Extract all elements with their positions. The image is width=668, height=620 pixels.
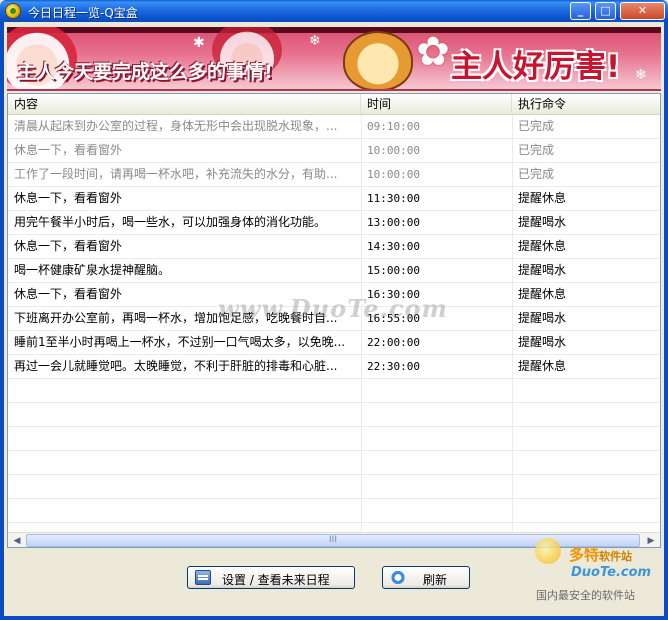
table-row[interactable]: 睡前1至半小时再喝上一杯水，不过别一口气喝太多，以免晚... 22:00:00 提醒… xyxy=(8,331,660,355)
empty-table-row xyxy=(8,379,660,403)
row-command-cell: 提醒喝水 xyxy=(518,215,567,229)
scroll-left-arrow-icon[interactable]: ◀ xyxy=(10,534,24,547)
table-row[interactable]: 工作了一段时间，请再喝一杯水吧，补充流失的水分，有助... 10:00:00 已完成 xyxy=(8,163,660,187)
row-command-cell: 提醒喝水 xyxy=(518,263,567,277)
row-command-cell: 提醒休息 xyxy=(518,359,567,373)
table-row[interactable]: 休息一下，看看窗外 14:30:00 提醒休息 xyxy=(8,235,660,259)
row-content-cell: 清晨从起床到办公室的过程，身体无形中会出现脱水现象，... xyxy=(14,119,338,133)
empty-table-row xyxy=(8,427,660,451)
watermark-brand-slogan: 国内最安全的软件站 xyxy=(536,589,635,602)
banner-top-stripe xyxy=(7,27,661,33)
table-row[interactable]: 休息一下，看看窗外 11:30:00 提醒休息 xyxy=(8,187,660,211)
table-row[interactable]: 用完午餐半小时后，喝一些水，可以加强身体的消化功能。 13:00:00 提醒喝水 xyxy=(8,211,660,235)
row-command-cell: 提醒喝水 xyxy=(518,311,567,325)
window-title: 今日日程一览-Q宝盒 xyxy=(28,6,138,20)
row-content-cell: 休息一下，看看窗外 xyxy=(14,143,123,157)
monkey-mascot-illustration xyxy=(343,31,413,89)
row-time-cell: 10:00:00 xyxy=(367,144,420,157)
maximize-button[interactable]: □ xyxy=(595,2,616,20)
horizontal-scrollbar[interactable]: ◀ III ▶ xyxy=(8,532,660,547)
refresh-button-label: 刷新 xyxy=(423,573,448,587)
empty-table-row xyxy=(8,451,660,475)
row-content-cell: 休息一下，看看窗外 xyxy=(14,239,123,253)
banner-slogan-right: 主人好厉害! xyxy=(451,49,621,85)
row-time-cell: 22:00:00 xyxy=(367,336,420,349)
settings-future-schedule-button[interactable]: 设置 / 查看未来日程 xyxy=(187,566,355,589)
row-time-cell: 13:00:00 xyxy=(367,216,420,229)
watermark-center: www.DuoTe.com xyxy=(218,294,448,323)
row-content-cell: 用完午餐半小时后，喝一些水，可以加强身体的消化功能。 xyxy=(14,215,327,229)
window-frame-bottom xyxy=(0,616,668,620)
row-time-cell: 14:30:00 xyxy=(367,240,420,253)
snowflake-icon: ✱ xyxy=(193,35,205,51)
settings-button-label: 设置 / 查看未来日程 xyxy=(222,573,330,587)
row-command-cell: 提醒休息 xyxy=(518,287,567,301)
minimize-button[interactable]: _ xyxy=(570,2,591,20)
row-command-cell: 提醒休息 xyxy=(518,239,567,253)
column-header-content[interactable]: 内容 xyxy=(8,94,361,114)
window-frame-left xyxy=(0,22,4,620)
flower-icon: ✿ xyxy=(416,29,450,75)
row-command-cell: 提醒休息 xyxy=(518,191,567,205)
banner-slogan-left: 主人今天要完成这么多的事情! xyxy=(17,61,273,83)
table-row[interactable]: 清晨从起床到办公室的过程，身体无形中会出现脱水现象，... 09:10:00 已完成 xyxy=(8,115,660,139)
duote-logo-icon xyxy=(535,538,561,564)
app-icon[interactable] xyxy=(5,3,21,19)
table-header: 内容 时间 执行命令 xyxy=(8,94,660,115)
settings-list-icon xyxy=(195,570,211,585)
row-content-cell: 再过一会儿就睡觉吧。太晚睡觉，不利于肝脏的排毒和心脏... xyxy=(14,359,338,373)
row-time-cell: 15:00:00 xyxy=(367,264,420,277)
row-content-cell: 喝一杯健康矿泉水提神醒脑。 xyxy=(14,263,171,277)
row-content-cell: 休息一下，看看窗外 xyxy=(14,191,123,205)
watermark-brand-suffix: 软件站 xyxy=(599,550,633,563)
row-content-cell: 工作了一段时间，请再喝一杯水吧，补充流失的水分，有助... xyxy=(14,167,338,181)
table-row[interactable]: 喝一杯健康矿泉水提神醒脑。 15:00:00 提醒喝水 xyxy=(8,259,660,283)
table-row[interactable]: 再过一会儿就睡觉吧。太晚睡觉，不利于肝脏的排毒和心脏... 22:30:00 提醒休… xyxy=(8,355,660,379)
column-header-time[interactable]: 时间 xyxy=(361,94,512,114)
snowflake-icon: ❄ xyxy=(635,67,647,83)
watermark-brand-url: DuoTe.com xyxy=(571,565,652,580)
watermark-brand-cn: 多特软件站 xyxy=(569,544,632,565)
column-header-command[interactable]: 执行命令 xyxy=(512,94,660,114)
row-time-cell: 11:30:00 xyxy=(367,192,420,205)
scroll-right-arrow-icon[interactable]: ▶ xyxy=(644,534,658,547)
empty-table-row xyxy=(8,475,660,499)
row-command-cell: 已完成 xyxy=(518,143,555,157)
refresh-button[interactable]: 刷新 xyxy=(382,566,470,589)
window-frame-right xyxy=(664,22,668,620)
close-button[interactable]: ✕ xyxy=(620,2,665,20)
watermark-brand-name: 多特 xyxy=(569,546,600,564)
refresh-icon xyxy=(390,570,406,585)
title-bar[interactable]: 今日日程一览-Q宝盒 _ □ ✕ xyxy=(0,0,668,22)
row-time-cell: 09:10:00 xyxy=(367,120,420,133)
table-row[interactable]: 休息一下，看看窗外 10:00:00 已完成 xyxy=(8,139,660,163)
row-time-cell: 22:30:00 xyxy=(367,360,420,373)
empty-table-row xyxy=(8,403,660,427)
row-command-cell: 已完成 xyxy=(518,119,555,133)
row-content-cell: 睡前1至半小时再喝上一杯水，不过别一口气喝太多，以免晚... xyxy=(14,335,346,349)
row-command-cell: 已完成 xyxy=(518,167,555,181)
banner: ✿ ❄ ❄ ✱ 主人今天要完成这么多的事情! 主人好厉害! xyxy=(7,27,661,91)
row-command-cell: 提醒喝水 xyxy=(518,335,567,349)
row-time-cell: 10:00:00 xyxy=(367,168,420,181)
snowflake-icon: ❄ xyxy=(309,33,321,49)
empty-table-row xyxy=(8,499,660,523)
